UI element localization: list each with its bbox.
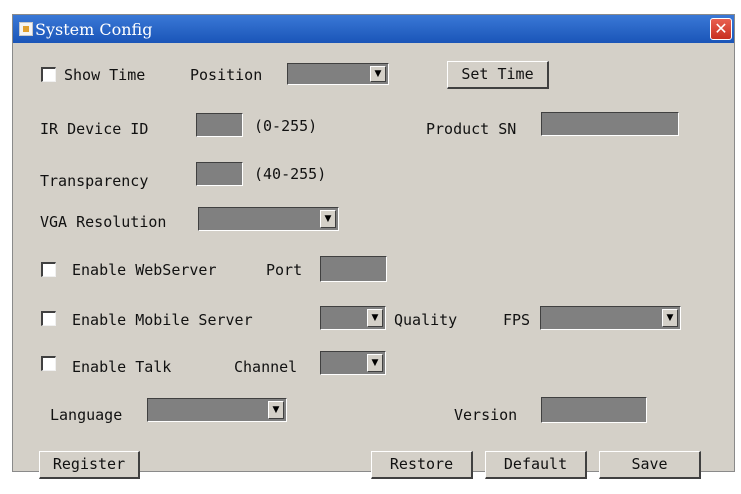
transparency-range: (40-255) (254, 165, 327, 183)
position-label: Position (190, 66, 263, 84)
fps-label: FPS (503, 311, 531, 329)
chevron-down-icon[interactable]: ▼ (367, 309, 383, 327)
enable-talk-label: Enable Talk (72, 358, 172, 376)
default-button[interactable]: Default (485, 451, 587, 479)
vga-resolution-label: VGA Resolution (40, 213, 167, 231)
version-label: Version (454, 406, 518, 424)
transparency-input[interactable] (196, 162, 243, 186)
enable-webserver-label: Enable WebServer (72, 261, 217, 279)
port-label: Port (266, 261, 303, 279)
product-sn-label: Product SN (426, 120, 517, 138)
ir-device-id-range: (0-255) (254, 117, 318, 135)
chevron-down-icon[interactable]: ▼ (320, 210, 336, 228)
chevron-down-icon[interactable]: ▼ (662, 309, 678, 327)
position-select[interactable]: ▼ (287, 63, 389, 85)
enable-mobile-server-label: Enable Mobile Server (72, 311, 253, 329)
language-label: Language (50, 406, 123, 424)
enable-mobile-server-checkbox[interactable] (41, 311, 56, 326)
chevron-down-icon[interactable]: ▼ (367, 354, 383, 372)
transparency-label: Transparency (40, 172, 149, 190)
register-button[interactable]: Register (39, 451, 140, 479)
title-bar: System Config ✕ (13, 15, 734, 43)
restore-button[interactable]: Restore (371, 451, 473, 479)
ir-device-id-input[interactable] (196, 113, 243, 137)
set-time-button[interactable]: Set Time (447, 61, 549, 89)
fps-select[interactable]: ▼ (540, 306, 681, 330)
mobile-server-select[interactable]: ▼ (320, 306, 386, 330)
save-button[interactable]: Save (599, 451, 701, 479)
window-title: System Config (35, 19, 153, 39)
enable-talk-checkbox[interactable] (41, 356, 56, 371)
ir-device-id-label: IR Device ID (40, 120, 149, 138)
chevron-down-icon[interactable]: ▼ (370, 66, 386, 82)
vga-resolution-select[interactable]: ▼ (198, 207, 339, 231)
show-time-checkbox[interactable] (41, 67, 56, 82)
product-sn-input[interactable] (541, 112, 679, 136)
version-field (541, 397, 647, 423)
close-icon[interactable]: ✕ (710, 18, 732, 40)
port-input[interactable] (320, 256, 387, 282)
language-select[interactable]: ▼ (147, 398, 287, 422)
app-icon (19, 22, 33, 36)
channel-select[interactable]: ▼ (320, 351, 386, 375)
chevron-down-icon[interactable]: ▼ (268, 401, 284, 419)
quality-label: Quality (394, 311, 458, 329)
enable-webserver-checkbox[interactable] (41, 262, 56, 277)
channel-label: Channel (234, 358, 298, 376)
show-time-label: Show Time (64, 66, 146, 84)
